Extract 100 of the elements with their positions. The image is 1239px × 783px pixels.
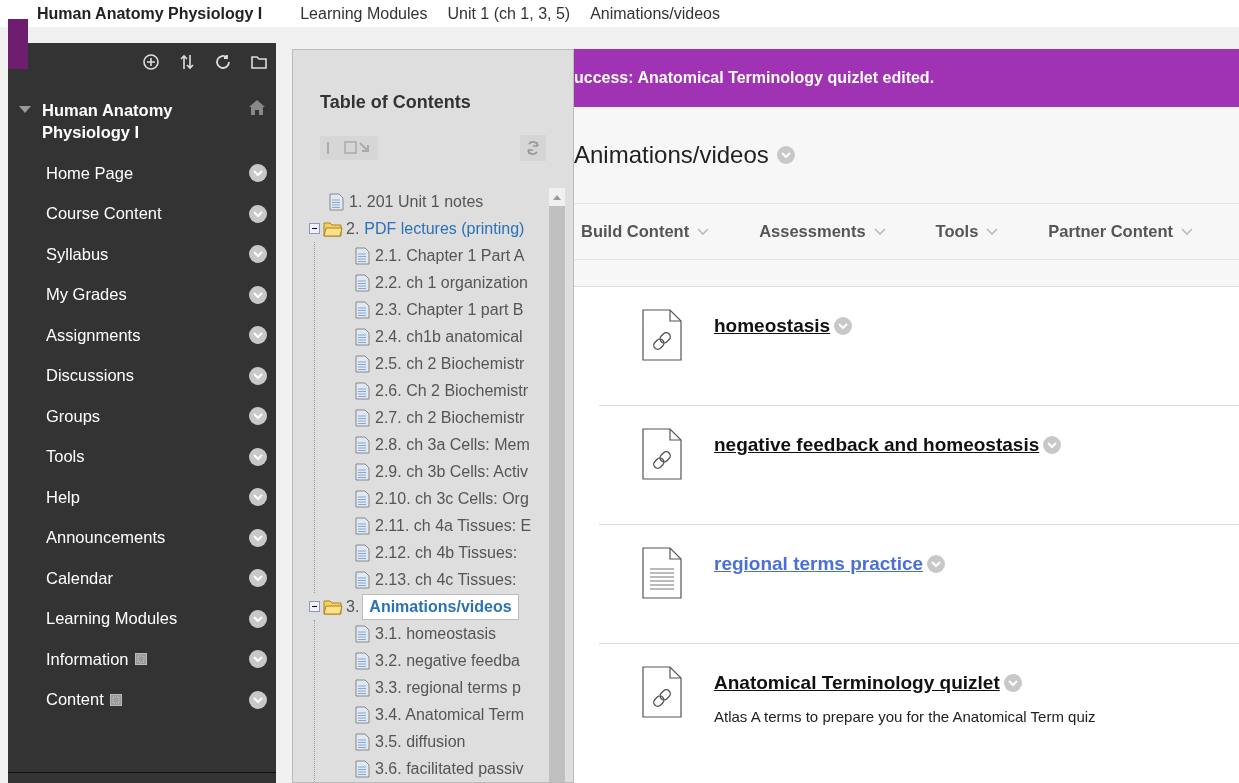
options-chevron-icon[interactable] (249, 447, 267, 466)
course-menu-item[interactable]: Groups (46, 406, 101, 426)
link-file-icon (642, 428, 682, 480)
toc-item[interactable]: 2.5. ch 2 Biochemistr (373, 353, 527, 374)
toc-item[interactable]: 2.8. ch 3a Cells: Mem (373, 434, 532, 455)
course-menu-item[interactable]: Help (46, 487, 80, 507)
page-icon (355, 327, 370, 346)
course-menu-item[interactable]: Announcements (46, 528, 166, 548)
refresh-icon[interactable] (214, 53, 232, 71)
page-icon (355, 759, 370, 778)
toc-item[interactable]: 2.12. ch 4b Tissues: (373, 542, 520, 563)
toc-item[interactable]: 3.3. regional terms p (373, 677, 523, 698)
toc-item[interactable]: 2.1. Chapter 1 Part A (373, 245, 527, 266)
success-banner: uccess: Anatomical Terminology quizlet edited. (574, 49, 1239, 107)
course-menu-item[interactable]: Tools (46, 447, 85, 467)
scrollbar[interactable] (549, 188, 565, 782)
options-chevron-icon[interactable] (249, 285, 267, 304)
course-menu-item[interactable]: Discussions (46, 366, 135, 386)
item-description: Atlas A terms to prepare you for the Anatomical Term quiz (714, 708, 1096, 725)
link-file-icon (642, 309, 682, 361)
toc-item[interactable]: 3.2. negative feedba (373, 650, 522, 671)
toc-item[interactable]: 3.4. Anatomical Term (373, 704, 527, 725)
page-icon (355, 381, 370, 400)
content-item-link[interactable]: regional terms practice (714, 553, 924, 575)
options-chevron-icon[interactable] (249, 326, 267, 345)
toc-item[interactable]: 2.10. ch 3c Cells: Org (373, 488, 531, 509)
page-icon (355, 705, 370, 724)
options-chevron-icon[interactable] (249, 609, 267, 628)
menu-toggle-tab[interactable] (8, 19, 28, 69)
course-menu-item[interactable]: Learning Modules (46, 609, 178, 629)
options-chevron-icon[interactable] (249, 245, 267, 264)
page-icon (355, 651, 370, 670)
toc-item[interactable]: 2.13. ch 4c Tissues: (373, 569, 519, 590)
options-chevron-icon[interactable] (249, 366, 267, 385)
breadcrumb-link[interactable]: Unit 1 (ch 1, 3, 5) (447, 4, 571, 23)
page-icon (355, 435, 370, 454)
toc-folder[interactable]: Animations/videos (362, 593, 519, 620)
toolbar-menu-button[interactable]: Assessments (759, 222, 886, 241)
toc-item-number: 3. (346, 597, 360, 616)
toc-item[interactable]: 2.4. ch1b anatomical (373, 326, 525, 347)
toc-item[interactable]: 3.5. diffusion (373, 731, 468, 752)
course-menu-item[interactable]: Home Page (46, 163, 134, 183)
add-icon[interactable] (142, 53, 160, 71)
home-icon[interactable] (248, 99, 266, 115)
options-chevron-icon[interactable] (249, 528, 267, 547)
folder-icon[interactable] (250, 53, 268, 71)
breadcrumb-link[interactable]: Human Anatomy Physiology I (37, 4, 263, 23)
options-chevron-icon[interactable] (249, 407, 267, 426)
breadcrumb-link[interactable]: Animations/videos (590, 4, 720, 23)
page-icon (355, 462, 370, 481)
toolbar-menu-button[interactable]: Build Content (581, 222, 710, 241)
options-chevron-icon[interactable] (249, 204, 267, 223)
page-icon (355, 624, 370, 643)
course-menu-item[interactable]: Calendar (46, 568, 113, 588)
toc-folder[interactable]: PDF lectures (printing) (362, 218, 527, 239)
toolbar-menu-button[interactable]: Partner Content (1048, 222, 1194, 241)
page-title: Animations/videos (574, 141, 769, 169)
options-chevron-icon[interactable] (249, 164, 267, 183)
course-menu-item[interactable]: Content (46, 690, 104, 710)
toc-item[interactable]: 3.1. homeostasis (373, 623, 498, 644)
page-icon (355, 408, 370, 427)
page-icon (355, 354, 370, 373)
sort-icon[interactable] (178, 53, 196, 71)
page-icon (355, 489, 370, 508)
page-icon (355, 246, 370, 265)
options-chevron-icon[interactable] (249, 569, 267, 588)
options-chevron-icon[interactable] (249, 488, 267, 507)
toc-item-number: 2. (346, 219, 360, 238)
options-chevron-icon[interactable] (249, 650, 267, 669)
content-item-link[interactable]: negative feedback and homeostasis (714, 434, 1040, 456)
caret-icon (986, 227, 999, 236)
page-icon (355, 543, 370, 562)
content-item-link[interactable]: homeostasis (714, 315, 831, 337)
toc-item[interactable]: 3.6. facilitated passiv (373, 758, 526, 779)
toc-item[interactable]: 2.9. ch 3b Cells: Activ (373, 461, 530, 482)
collapse-icon[interactable] (309, 601, 320, 612)
document-icon (642, 547, 682, 599)
page-icon (355, 516, 370, 535)
toc-item[interactable]: 2.6. Ch 2 Biochemistr (373, 380, 530, 401)
course-title[interactable]: Human Anatomy Physiology I (42, 99, 238, 143)
link-file-icon (642, 666, 682, 718)
options-chevron-icon[interactable] (249, 690, 267, 709)
breadcrumb-link[interactable]: Learning Modules (300, 4, 428, 23)
content-item-link[interactable]: Anatomical Terminology quizlet (714, 672, 1000, 694)
toc-item[interactable]: 2.2. ch 1 organization (373, 272, 530, 293)
course-menu-item[interactable]: My Grades (46, 285, 127, 305)
folder-icon (323, 220, 343, 237)
course-menu-item[interactable]: Information (46, 649, 129, 669)
page-icon (355, 570, 370, 589)
toc-item[interactable]: 1. 201 Unit 1 notes (347, 191, 486, 212)
caret-icon (697, 227, 710, 236)
course-menu-item[interactable]: Syllabus (46, 244, 109, 264)
toc-item[interactable]: 2.3. Chapter 1 part B (373, 299, 526, 320)
toolbar-menu-button[interactable]: Tools (935, 222, 999, 241)
collapse-icon[interactable] (309, 223, 320, 234)
course-menu-item[interactable]: Assignments (46, 325, 141, 345)
course-menu-item[interactable]: Course Content (46, 204, 162, 224)
toc-item[interactable]: 2.11. ch 4a Tissues: E (373, 515, 534, 536)
toc-item[interactable]: 2.7. ch 2 Biochemistr (373, 407, 527, 428)
expand-triangle-icon[interactable] (18, 104, 32, 114)
